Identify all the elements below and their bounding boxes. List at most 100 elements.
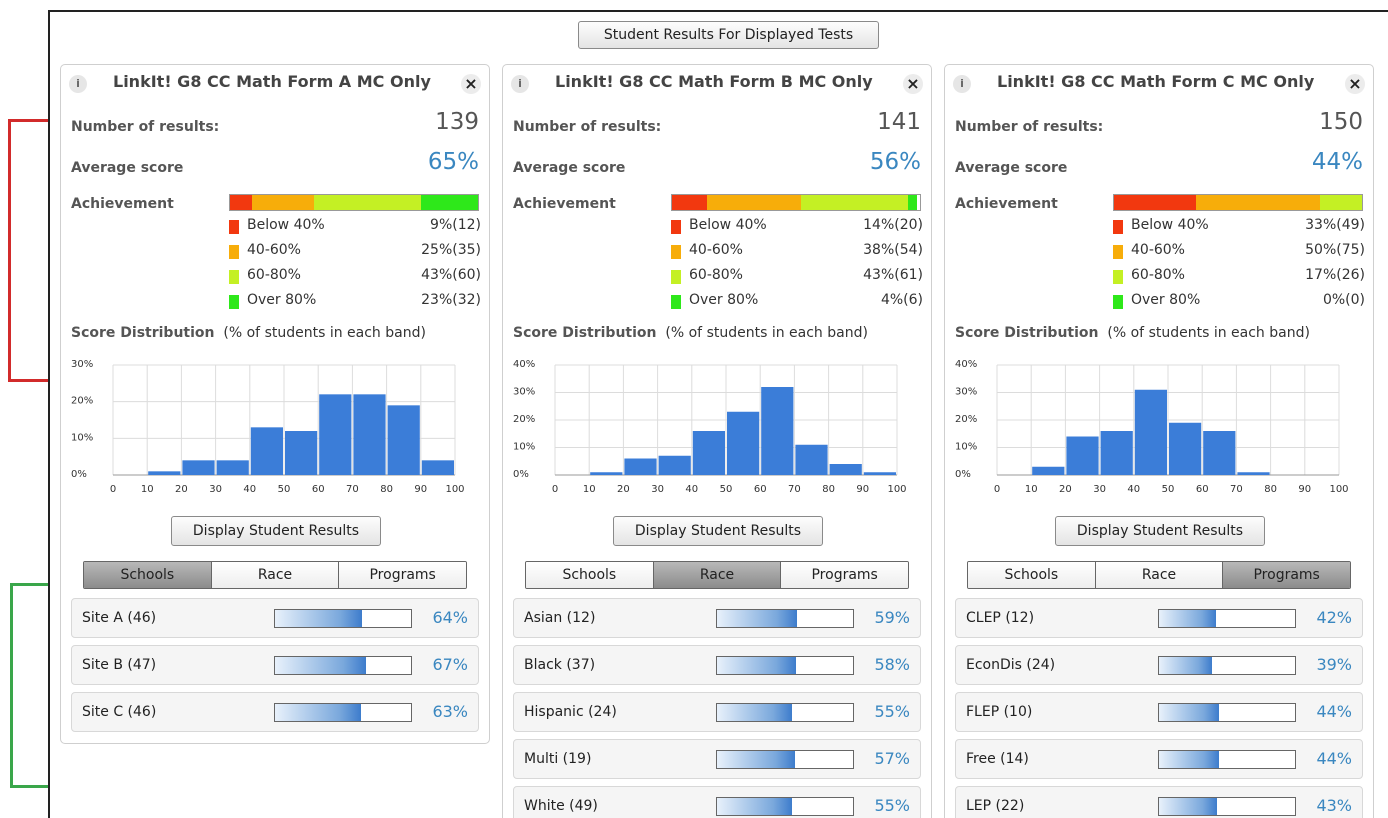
group-tabs: Schools Race Programs <box>525 561 909 589</box>
average-score: 44% <box>1311 149 1363 175</box>
achievement-label: Achievement <box>71 196 174 212</box>
test-panel: i LinkIt! G8 CC Math Form B MC Only × Numbe… <box>502 64 932 818</box>
close-icon[interactable]: × <box>1345 74 1365 94</box>
achievement-segment <box>1114 195 1196 210</box>
panel-title-text: LinkIt! G8 CC Math Form C MC Only <box>997 72 1315 91</box>
group-score-percent: 55% <box>874 796 910 815</box>
score-distribution-label: Score Distribution <box>71 325 215 341</box>
student-results-button[interactable]: Student Results For Displayed Tests <box>578 21 879 49</box>
histogram-bar <box>795 444 828 475</box>
group-label: CLEP (12) <box>966 610 1035 626</box>
legend-label: Over 80% <box>1131 292 1201 308</box>
group-row[interactable]: Hispanic (24) 55% <box>513 692 921 732</box>
group-row[interactable]: CLEP (12) 42% <box>955 598 1363 638</box>
close-icon[interactable]: × <box>903 74 923 94</box>
x-tick-label: 80 <box>822 484 835 495</box>
tab-programs[interactable]: Programs <box>1223 562 1350 588</box>
group-row[interactable]: Site A (46) 64% <box>71 598 479 638</box>
group-row[interactable]: Black (37) 58% <box>513 645 921 685</box>
group-score-bar <box>716 609 854 628</box>
group-row[interactable]: Asian (12) 59% <box>513 598 921 638</box>
y-tick-label: 10% <box>513 442 535 453</box>
panel-title: i LinkIt! G8 CC Math Form A MC Only × <box>61 70 489 96</box>
group-score-bar <box>716 656 854 675</box>
legend-label: 40-60% <box>247 242 301 258</box>
legend-label: 40-60% <box>1131 242 1185 258</box>
group-score-fill <box>275 610 363 627</box>
histogram-bar <box>148 471 181 475</box>
achievement-segment <box>800 195 908 210</box>
score-distribution-title: Score Distribution (% of students in eac… <box>71 325 426 341</box>
group-score-fill <box>717 657 796 674</box>
display-student-results-button[interactable]: Display Student Results <box>613 516 823 546</box>
group-score-percent: 64% <box>432 608 468 627</box>
tab-schools[interactable]: Schools <box>526 562 654 588</box>
legend-swatch <box>671 245 681 259</box>
group-row[interactable]: Multi (19) 57% <box>513 739 921 779</box>
histogram-bar <box>353 394 386 475</box>
group-score-percent: 42% <box>1316 608 1352 627</box>
x-tick-label: 10 <box>141 484 154 495</box>
achievement-bar <box>671 194 921 211</box>
achievement-bar <box>229 194 479 211</box>
group-row[interactable]: LEP (22) 43% <box>955 786 1363 818</box>
tab-schools[interactable]: Schools <box>84 562 212 588</box>
x-tick-label: 40 <box>243 484 256 495</box>
score-distribution-label: Score Distribution <box>955 325 1099 341</box>
display-student-results-button[interactable]: Display Student Results <box>1055 516 1265 546</box>
group-row[interactable]: FLEP (10) 44% <box>955 692 1363 732</box>
group-score-bar <box>274 703 412 722</box>
histogram-bar <box>1032 466 1065 475</box>
x-tick-label: 80 <box>1264 484 1277 495</box>
group-score-bar <box>274 609 412 628</box>
histogram-bar <box>727 411 760 475</box>
display-student-results-button[interactable]: Display Student Results <box>171 516 381 546</box>
group-row[interactable]: White (49) 55% <box>513 786 921 818</box>
achievement-legend-row: Below 40% 33%(49) <box>1113 217 1365 239</box>
close-icon[interactable]: × <box>461 74 481 94</box>
y-tick-label: 40% <box>513 359 535 370</box>
legend-swatch <box>1113 270 1123 284</box>
x-tick-label: 50 <box>720 484 733 495</box>
group-row[interactable]: EconDis (24) 39% <box>955 645 1363 685</box>
results-label: Number of results: <box>71 119 220 135</box>
achievement-segment <box>1319 195 1362 210</box>
tab-race[interactable]: Race <box>1095 562 1224 588</box>
legend-label: Below 40% <box>689 217 767 233</box>
group-score-fill <box>717 704 792 721</box>
green-bracket-marker <box>10 583 50 788</box>
info-icon[interactable]: i <box>511 75 529 93</box>
histogram-bar <box>319 394 352 475</box>
average-score: 56% <box>869 149 921 175</box>
y-tick-label: 30% <box>71 359 93 370</box>
group-label: EconDis (24) <box>966 657 1056 673</box>
tab-race[interactable]: Race <box>211 562 340 588</box>
y-tick-label: 20% <box>71 396 93 407</box>
y-tick-label: 20% <box>955 414 977 425</box>
group-label: Site C (46) <box>82 704 157 720</box>
info-icon[interactable]: i <box>69 75 87 93</box>
achievement-segment <box>230 195 253 210</box>
y-tick-label: 0% <box>955 469 971 480</box>
group-label: Hispanic (24) <box>524 704 617 720</box>
group-row[interactable]: Site C (46) 63% <box>71 692 479 732</box>
group-score-fill <box>275 704 361 721</box>
tab-race[interactable]: Race <box>653 562 782 588</box>
info-icon[interactable]: i <box>953 75 971 93</box>
tab-programs[interactable]: Programs <box>339 562 466 588</box>
group-score-fill <box>717 751 795 768</box>
panel-title-text: LinkIt! G8 CC Math Form A MC Only <box>113 72 431 91</box>
histogram-bar <box>590 472 623 475</box>
legend-value: 50%(75) <box>1305 242 1365 258</box>
group-row[interactable]: Site B (47) 67% <box>71 645 479 685</box>
score-distribution-title: Score Distribution (% of students in eac… <box>955 325 1310 341</box>
legend-swatch <box>671 295 681 309</box>
legend-value: 33%(49) <box>1305 217 1365 233</box>
tab-schools[interactable]: Schools <box>968 562 1096 588</box>
score-distribution-note: (% of students in each band) <box>223 325 426 341</box>
group-row[interactable]: Free (14) 44% <box>955 739 1363 779</box>
tab-programs[interactable]: Programs <box>781 562 908 588</box>
red-bracket-marker <box>8 119 50 382</box>
y-tick-label: 10% <box>71 432 93 443</box>
achievement-legend-row: Over 80% 23%(32) <box>229 292 481 314</box>
